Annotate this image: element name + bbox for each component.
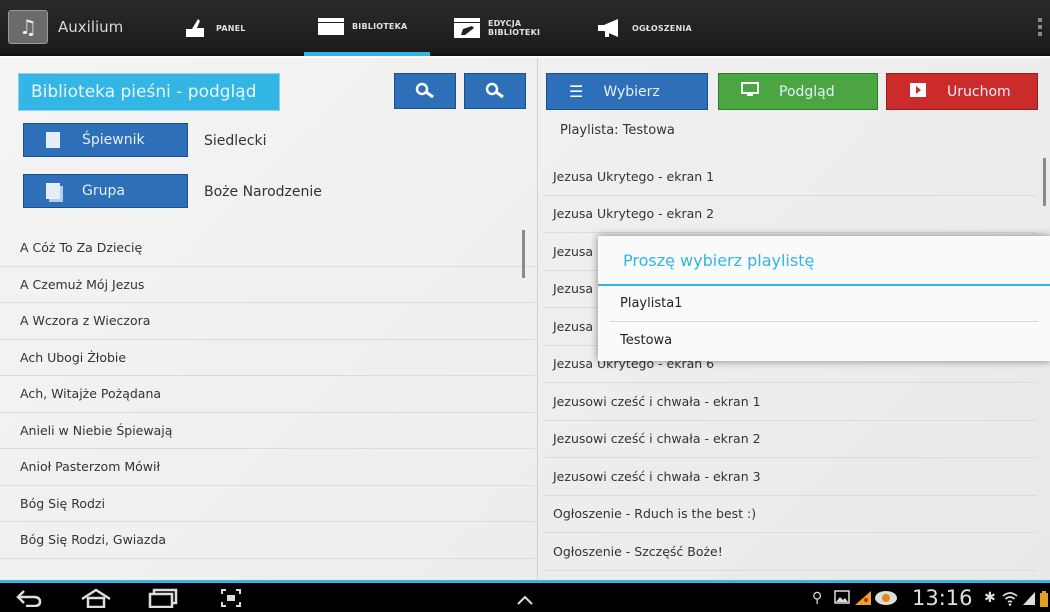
tab-biblioteka[interactable]: BIBLIOTEKA <box>304 0 430 56</box>
list-item[interactable]: Anieli w Niebie Śpiewają <box>0 413 535 449</box>
spiewnik-button[interactable]: Śpiewnik <box>23 123 188 157</box>
search-icon <box>415 82 434 99</box>
wybierz-button[interactable]: ☰ Wybierz <box>546 73 708 110</box>
panel-divider <box>537 58 538 580</box>
list-item[interactable]: Jezusa Ukrytego - ekran 1 <box>543 158 1037 196</box>
image-icon <box>834 590 850 608</box>
recent-apps-icon[interactable] <box>148 588 178 612</box>
folder-icon <box>316 13 346 39</box>
tab-ogloszenia[interactable]: OGŁOSZENIA <box>584 0 714 56</box>
list-item[interactable]: A Cóż To Za Dziecię <box>0 230 535 267</box>
wybierz-label: Wybierz <box>603 83 660 100</box>
grupa-value: Boże Narodzenie <box>204 184 322 200</box>
uruchom-label: Uruchom <box>947 83 1011 100</box>
pizza-icon <box>854 590 872 610</box>
overflow-menu-icon[interactable] <box>1038 18 1042 38</box>
list-item[interactable]: Jezusowi cześć i chwała - ekran 2 <box>543 421 1037 458</box>
list-item[interactable]: Anioł Pasterzom Mówił <box>0 449 535 486</box>
chevron-up-icon[interactable] <box>516 588 534 612</box>
grupa-button[interactable]: Grupa <box>23 174 188 208</box>
spiewnik-value: Siedlecki <box>204 133 267 149</box>
tab-edycja-biblioteki[interactable]: EDYCJA BIBLIOTEKI <box>440 0 570 56</box>
list-item[interactable]: Bóg Się Rodzi <box>0 486 535 522</box>
list-icon: ☰ <box>569 82 584 101</box>
back-icon[interactable] <box>16 588 42 612</box>
list-item[interactable]: Jezusowi cześć i chwała - ekran 1 <box>543 383 1037 421</box>
search-button[interactable] <box>394 73 456 109</box>
playlist-items: Jezusa Ukrytego - ekran 1 Jezusa Ukryteg… <box>543 158 1037 571</box>
list-item[interactable]: Ogłoszenie - Szczęść Boże! <box>543 533 1037 571</box>
song-list-scrollbar[interactable] <box>522 230 525 278</box>
dialog-option-playlista1[interactable]: Playlista1 <box>610 286 1038 322</box>
clock: 13:16 <box>912 586 973 610</box>
book-icon <box>46 132 60 148</box>
list-item[interactable]: Jezusa Ukrytego - ekran 2 <box>543 196 1037 233</box>
usb-icon: ⚲ <box>812 590 823 606</box>
search-button-2[interactable] <box>464 73 526 109</box>
music-notes-icon: ♫ <box>8 10 48 44</box>
podglad-button[interactable]: Podgląd <box>718 73 878 110</box>
bluetooth-icon: ✱ <box>984 590 996 606</box>
pages-icon <box>46 183 60 199</box>
tab-label: OGŁOSZENIA <box>632 23 692 33</box>
list-item[interactable]: Jezusowi cześć i chwała - ekran 3 <box>543 458 1037 496</box>
list-item[interactable]: Ogłoszenie - Rduch is the best :) <box>543 496 1037 533</box>
battery-icon <box>1039 590 1049 612</box>
library-title: Biblioteka pieśni - podgląd <box>18 73 280 111</box>
system-bar: ⚲ 13:16 ✱ <box>0 580 1050 612</box>
eye-icon <box>874 590 898 610</box>
grupa-button-label: Grupa <box>82 183 125 199</box>
choose-playlist-dialog: Proszę wybierz playlistę Playlista1 Test… <box>598 236 1050 361</box>
monitor-icon <box>741 81 759 102</box>
wifi-icon <box>1002 590 1018 610</box>
song-list: A Cóż To Za Dziecię A Czemuż Mój Jezus A… <box>0 230 535 559</box>
tab-label: PANEL <box>216 23 246 33</box>
signal-icon <box>1022 590 1036 610</box>
home-icon[interactable] <box>80 588 112 612</box>
thumb-icon <box>180 15 210 41</box>
action-bar: ♫ Auxilium PANEL BIBLIOTEKA EDYCJA BIBLI… <box>0 0 1050 56</box>
list-item[interactable]: Bóg Się Rodzi, Gwiazda <box>0 522 535 559</box>
dialog-title: Proszę wybierz playlistę <box>598 236 1050 286</box>
tab-label: BIBLIOTEKA <box>352 21 408 31</box>
uruchom-button[interactable]: Uruchom <box>886 73 1038 110</box>
film-icon <box>909 82 927 102</box>
app-title: Auxilium <box>58 18 124 36</box>
edit-folder-icon <box>452 15 482 41</box>
podglad-label: Podgląd <box>779 83 835 100</box>
screenshot-icon[interactable] <box>220 588 242 612</box>
playlist-scrollbar[interactable] <box>1043 158 1046 206</box>
megaphone-icon <box>596 15 626 41</box>
list-item[interactable]: Ach, Witajże Pożądana <box>0 376 535 413</box>
tab-panel[interactable]: PANEL <box>168 0 286 56</box>
list-item[interactable]: A Wczora z Wieczora <box>0 303 535 340</box>
tab-label: EDYCJA BIBLIOTEKI <box>488 19 541 37</box>
search-icon <box>485 82 504 99</box>
spiewnik-button-label: Śpiewnik <box>82 132 145 148</box>
dialog-option-testowa[interactable]: Testowa <box>610 322 1038 358</box>
list-item[interactable]: A Czemuż Mój Jezus <box>0 267 535 303</box>
list-item[interactable]: Ach Ubogi Żłobie <box>0 340 535 376</box>
app-home[interactable]: ♫ Auxilium <box>8 10 123 44</box>
current-playlist: Playlista: Testowa <box>560 123 675 138</box>
